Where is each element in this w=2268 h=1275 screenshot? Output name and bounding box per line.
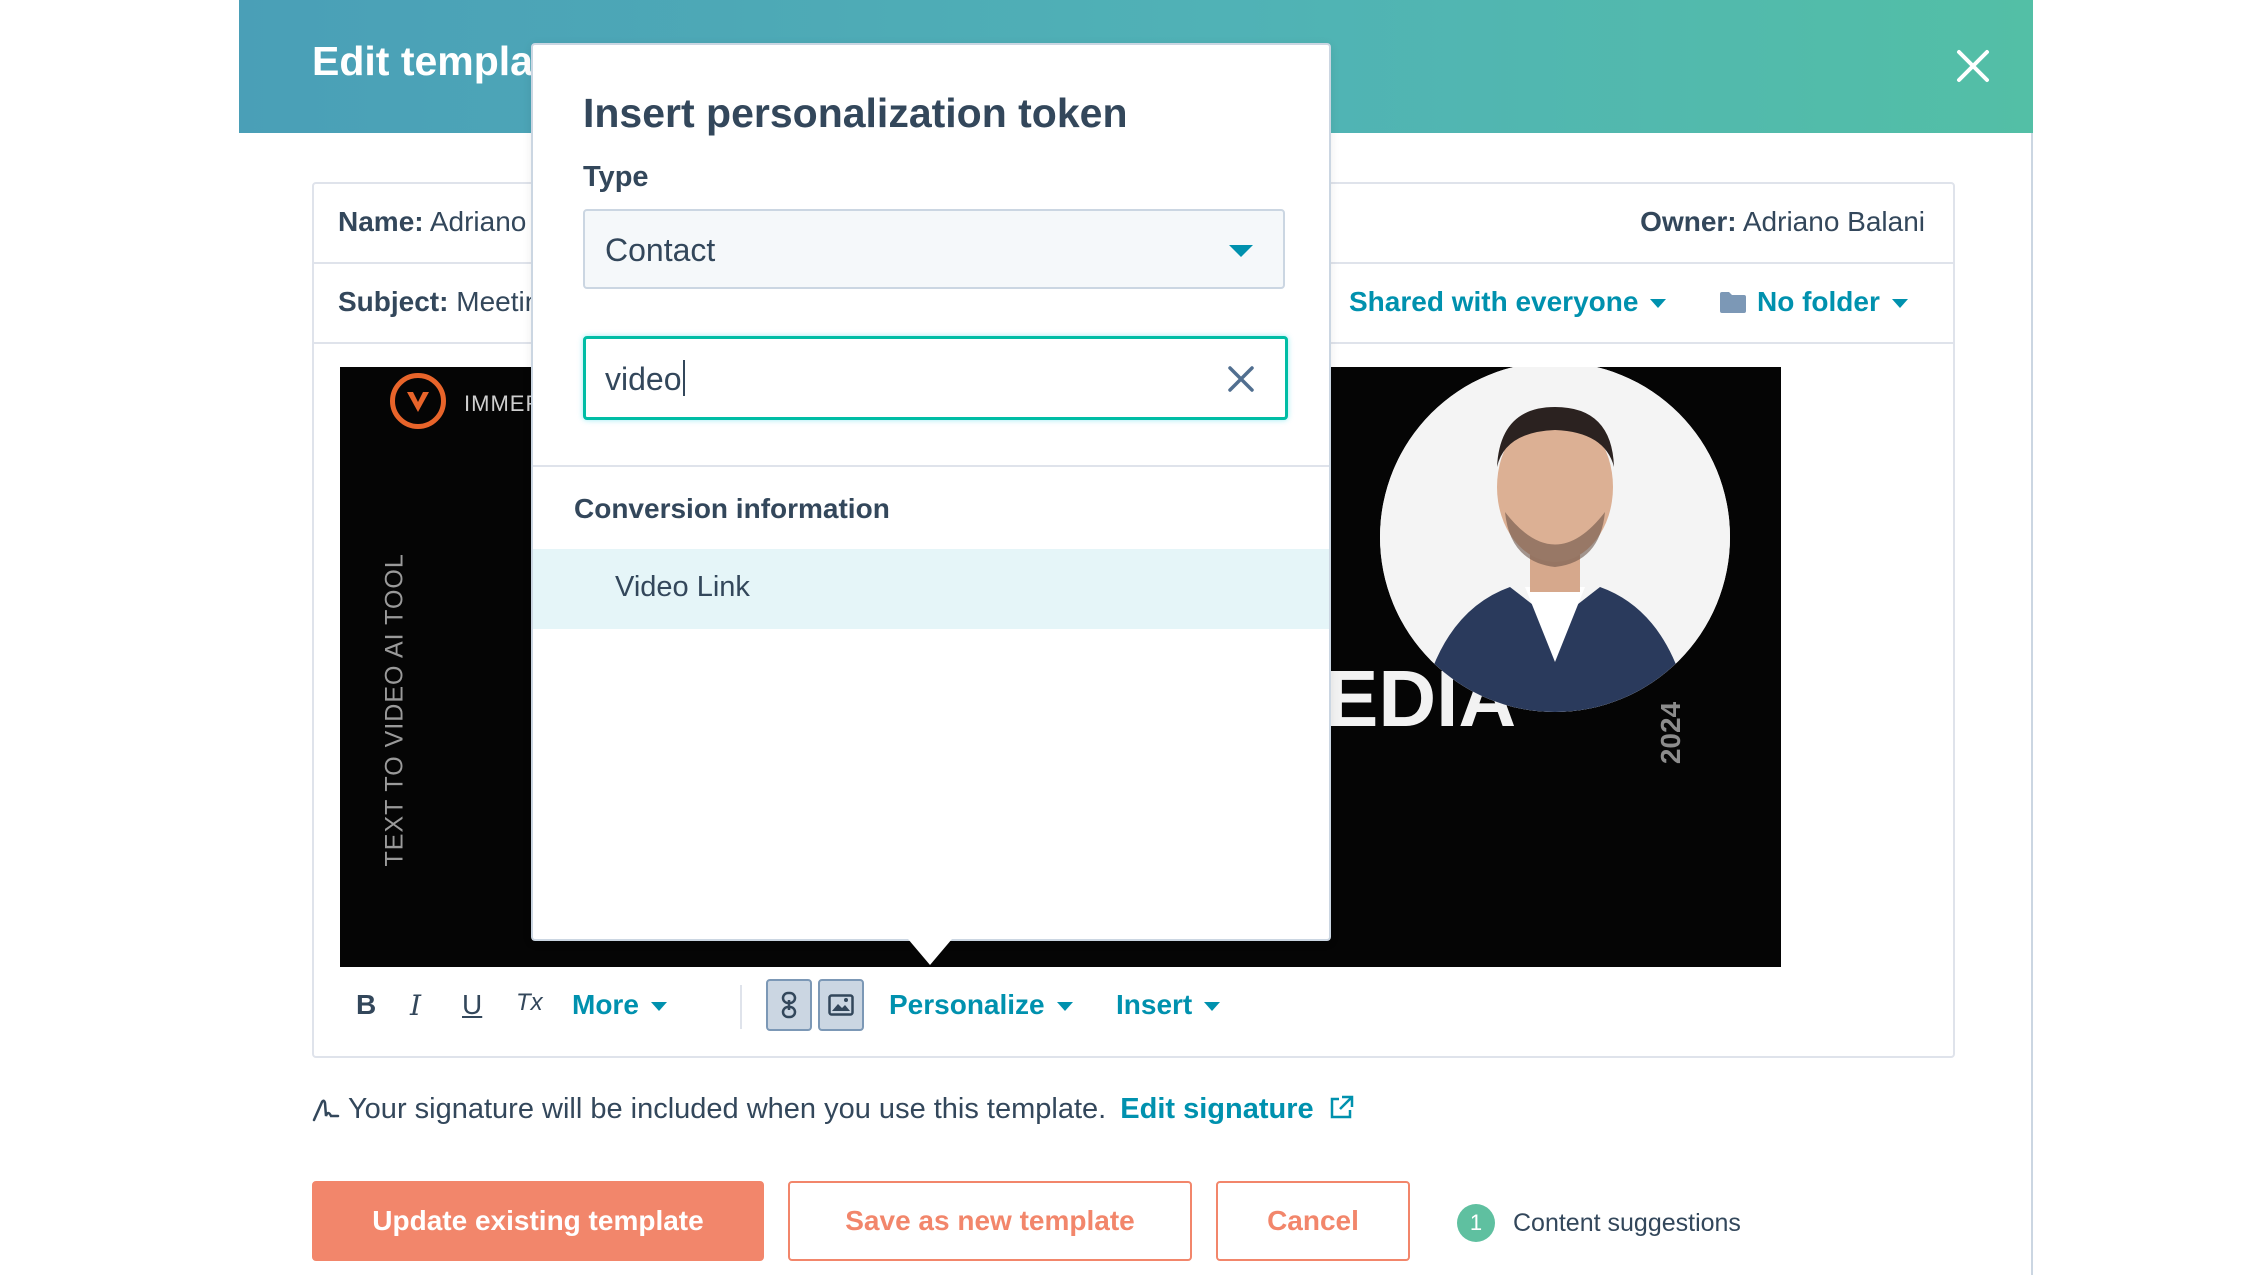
- subject-field[interactable]: Subject: Meeting: [338, 286, 556, 318]
- chevron-down-icon: [1891, 299, 1908, 309]
- insert-label: Insert: [1116, 989, 1193, 1020]
- chevron-down-icon: [1204, 1002, 1221, 1012]
- suggestions-count-badge: 1: [1457, 1204, 1495, 1242]
- close-icon: [1957, 50, 1989, 82]
- name-label: Name:: [338, 206, 424, 237]
- personalize-label: Personalize: [889, 989, 1045, 1020]
- underline-button[interactable]: U: [462, 989, 482, 1021]
- brand-logo-icon: [390, 373, 446, 429]
- clear-search-icon[interactable]: [1225, 363, 1257, 395]
- image-icon: [828, 994, 854, 1016]
- popover-divider: [533, 465, 1329, 467]
- edit-signature-link[interactable]: Edit signature: [1120, 1093, 1313, 1125]
- signature-text: Your signature will be included when you…: [348, 1093, 1107, 1125]
- more-dropdown[interactable]: More: [572, 989, 667, 1021]
- result-group-heading: Conversion information: [574, 493, 890, 524]
- token-option-label: Video Link: [615, 571, 750, 603]
- chevron-down-icon: [650, 1002, 667, 1012]
- personalization-token-popover: Insert personalization token Type Contac…: [531, 43, 1331, 941]
- personalize-dropdown[interactable]: Personalize: [889, 989, 1073, 1021]
- name-value[interactable]: Adriano: [430, 206, 527, 237]
- toolbar-divider: [740, 985, 742, 1029]
- image-button[interactable]: [818, 979, 864, 1031]
- folder-dropdown[interactable]: No folder: [1719, 286, 1908, 318]
- text-cursor: [682, 360, 685, 396]
- sharing-label: Shared with everyone: [1349, 286, 1639, 317]
- popover-title: Insert personalization token: [583, 90, 1128, 136]
- link-icon: [781, 991, 797, 1019]
- subject-label: Subject:: [338, 286, 449, 317]
- folder-label: No folder: [1757, 286, 1880, 317]
- type-label: Type: [583, 161, 649, 193]
- owner-label: Owner:: [1640, 206, 1737, 237]
- popover-pointer: [908, 939, 952, 965]
- type-select[interactable]: Contact: [583, 209, 1285, 289]
- cancel-button[interactable]: Cancel: [1216, 1181, 1410, 1261]
- suggestions-label: Content suggestions: [1513, 1208, 1741, 1237]
- insert-dropdown[interactable]: Insert: [1116, 989, 1221, 1021]
- more-label: More: [572, 989, 639, 1020]
- search-value-wrap: video: [605, 360, 685, 398]
- signature-icon: [312, 1099, 340, 1122]
- editor-toolbar: B I U Tx More Personalize Insert: [340, 979, 1340, 1039]
- portrait-photo: [1380, 367, 1730, 712]
- external-link-icon[interactable]: [1328, 1095, 1354, 1121]
- content-suggestions[interactable]: 1 Content suggestions: [1457, 1204, 1741, 1242]
- owner-field: Owner: Adriano Balani: [1640, 206, 1925, 238]
- update-template-button[interactable]: Update existing template: [312, 1181, 764, 1261]
- signature-note: Your signature will be included when you…: [312, 1093, 1354, 1126]
- chevron-down-icon: [1056, 1002, 1073, 1012]
- vertical-tagline: TEXT TO VIDEO AI TOOL: [380, 553, 409, 867]
- owner-value: Adriano Balani: [1742, 206, 1925, 237]
- type-select-value: Contact: [605, 232, 716, 268]
- save-new-template-button[interactable]: Save as new template: [788, 1181, 1192, 1261]
- italic-button[interactable]: I: [410, 989, 421, 1022]
- bold-button[interactable]: B: [356, 989, 376, 1021]
- token-search-input[interactable]: video: [583, 336, 1288, 420]
- search-value: video: [605, 361, 682, 397]
- name-field[interactable]: Name: Adriano: [338, 206, 526, 238]
- banner-year: 2024: [1655, 701, 1687, 765]
- link-button[interactable]: [766, 979, 812, 1031]
- chevron-down-icon: [1229, 245, 1253, 257]
- clear-format-button[interactable]: Tx: [516, 989, 543, 1017]
- chevron-down-icon: [1650, 299, 1667, 309]
- token-option-video-link[interactable]: Video Link: [533, 549, 1329, 629]
- close-button[interactable]: [1945, 38, 2001, 94]
- sharing-dropdown[interactable]: Shared with everyone: [1349, 286, 1667, 318]
- folder-icon: [1720, 292, 1746, 313]
